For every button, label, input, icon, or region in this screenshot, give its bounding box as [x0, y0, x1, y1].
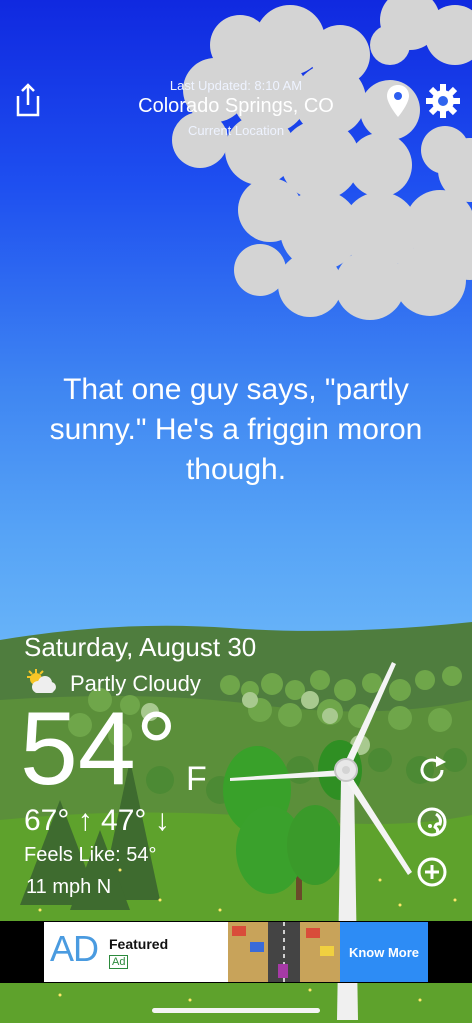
temperature-unit[interactable]: F: [186, 760, 207, 799]
gear-icon[interactable]: [426, 84, 460, 123]
current-temperature: 54°: [20, 691, 178, 807]
wind-text: 11 mph N: [26, 876, 112, 898]
cloud-illustration: [172, 0, 472, 320]
current-location-label: Current Location: [187, 123, 285, 138]
add-location-icon[interactable]: [416, 856, 448, 893]
location-pin-icon[interactable]: [386, 84, 410, 123]
home-indicator[interactable]: [152, 1008, 320, 1013]
know-more-button[interactable]: Know More: [340, 922, 428, 982]
high-low-temperature: 67° ↑ 47° ↓: [24, 804, 170, 837]
ad-image: [228, 922, 340, 982]
ad-logo: AD: [50, 928, 99, 969]
weather-quote: That one guy says, "partly sunny." He's …: [49, 373, 423, 486]
ad-title: Featured: [109, 936, 169, 952]
ad-banner[interactable]: AD Featured Ad Know More: [44, 922, 428, 982]
ad-badge: Ad: [109, 955, 129, 969]
weather-scene: Last Updated: 8:10 AM Colorado Springs, …: [0, 0, 472, 1023]
feels-like-text: Feels Like: 54°: [24, 844, 157, 866]
refresh-icon[interactable]: [416, 754, 448, 791]
globe-icon[interactable]: [416, 806, 448, 843]
date-text: Saturday, August 30: [24, 632, 257, 662]
scenery-illustration: [0, 0, 472, 1023]
share-icon[interactable]: [14, 82, 42, 123]
